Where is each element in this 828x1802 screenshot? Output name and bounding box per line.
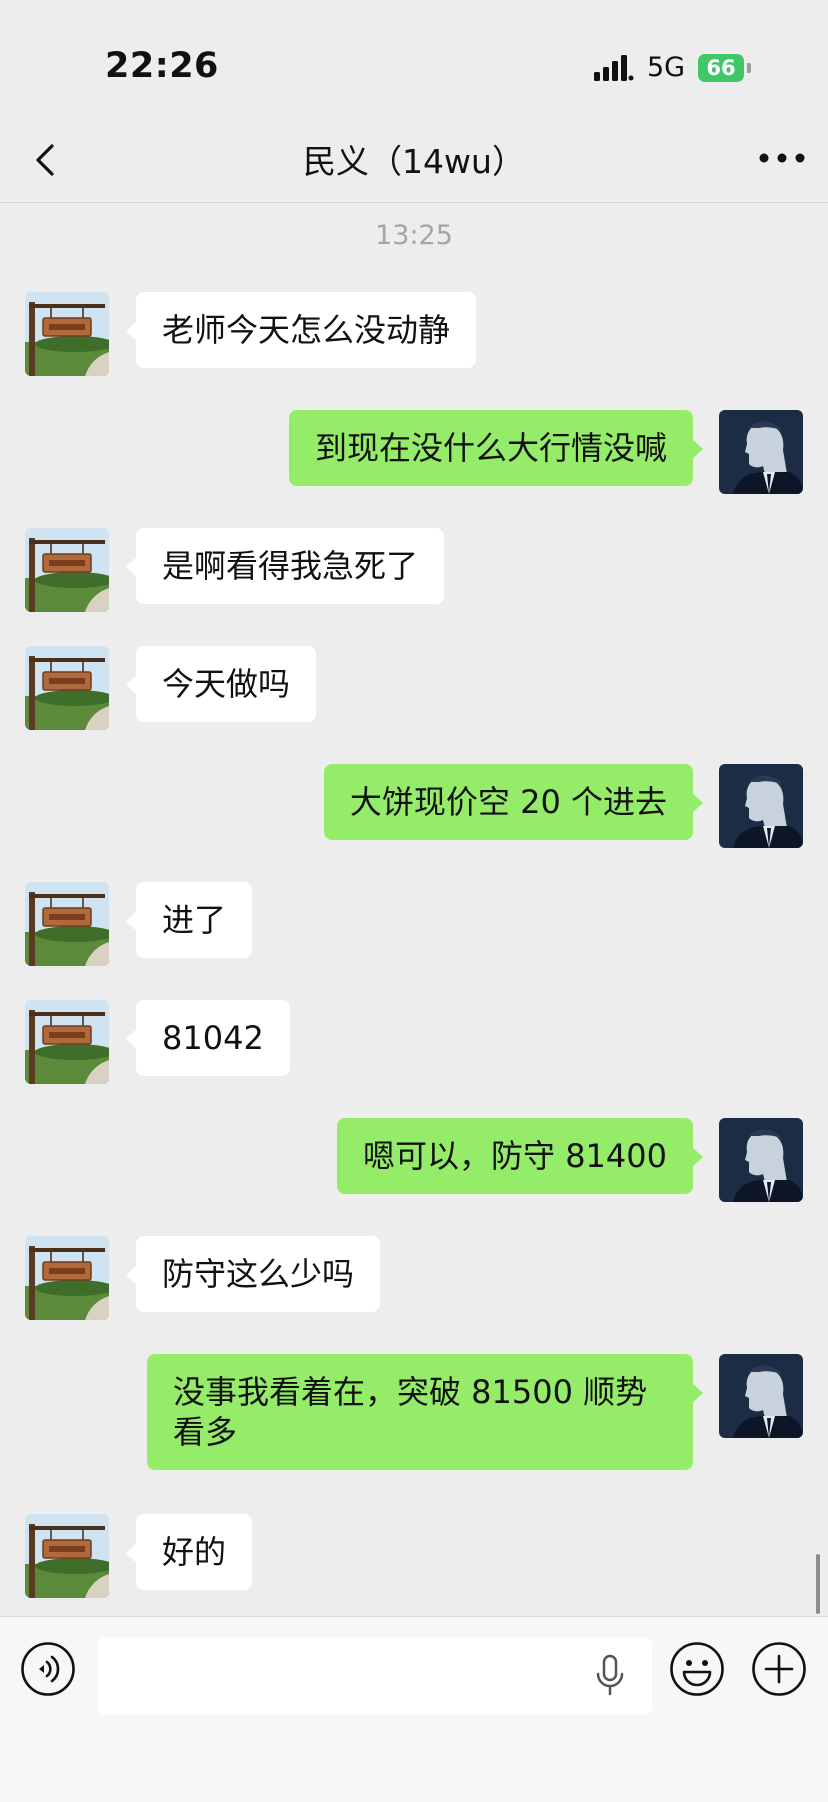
message-bubble-incoming[interactable]: 防守这么少吗 <box>125 1236 381 1312</box>
self-avatar[interactable] <box>719 1354 803 1438</box>
emoji-icon[interactable] <box>669 1641 725 1697</box>
battery-icon: 66 <box>698 54 754 82</box>
message-bubble-incoming[interactable]: 今天做吗 <box>125 646 317 722</box>
self-avatar[interactable] <box>719 1118 803 1202</box>
signal-bars-icon <box>594 55 634 81</box>
contact-avatar[interactable] <box>25 646 109 730</box>
contact-avatar[interactable] <box>25 882 109 966</box>
battery-tip <box>747 63 751 73</box>
message-bubble-outgoing[interactable]: 大饼现价空 20 个进去 <box>323 764 704 840</box>
message-input[interactable] <box>98 1637 652 1715</box>
contact-avatar[interactable] <box>25 1000 109 1084</box>
input-bar <box>0 1616 828 1802</box>
chat-title: 民义（14wu） <box>303 142 525 181</box>
network-type: 5G <box>647 52 686 83</box>
microphone-icon[interactable] <box>594 1654 626 1698</box>
message-bubble-incoming[interactable]: 是啊看得我急死了 <box>125 528 445 604</box>
scrollbar[interactable] <box>816 1554 820 1614</box>
contact-avatar[interactable] <box>25 292 109 376</box>
message-bubble-outgoing[interactable]: 没事我看着在，突破 81500 顺势看多 <box>147 1354 703 1470</box>
voice-toggle-icon[interactable] <box>20 1641 76 1697</box>
contact-avatar[interactable] <box>25 1236 109 1320</box>
chat-header: 民义（14wu） <box>0 120 828 203</box>
status-time: 22:26 <box>105 46 219 86</box>
self-avatar[interactable] <box>719 410 803 494</box>
message-bubble-incoming[interactable]: 81042 <box>126 1000 290 1076</box>
message-bubble-incoming[interactable]: 老师今天怎么没动静 <box>125 292 477 368</box>
message-bubble-incoming[interactable]: 进了 <box>125 882 253 958</box>
contact-avatar[interactable] <box>25 1514 109 1598</box>
self-avatar[interactable] <box>719 764 803 848</box>
battery-level: 66 <box>698 54 744 82</box>
more-dots-icon[interactable] <box>758 150 806 166</box>
contact-avatar[interactable] <box>25 528 109 612</box>
plus-icon[interactable] <box>751 1641 807 1697</box>
message-bubble-incoming[interactable]: 好的 <box>125 1514 253 1590</box>
message-bubble-outgoing[interactable]: 到现在没什么大行情没喊 <box>288 410 704 486</box>
status-bar: 22:26 5G 66 <box>0 0 828 120</box>
message-bubble-outgoing[interactable]: 嗯可以，防守 81400 <box>337 1118 703 1194</box>
message-timestamp: 13:25 <box>375 220 453 251</box>
